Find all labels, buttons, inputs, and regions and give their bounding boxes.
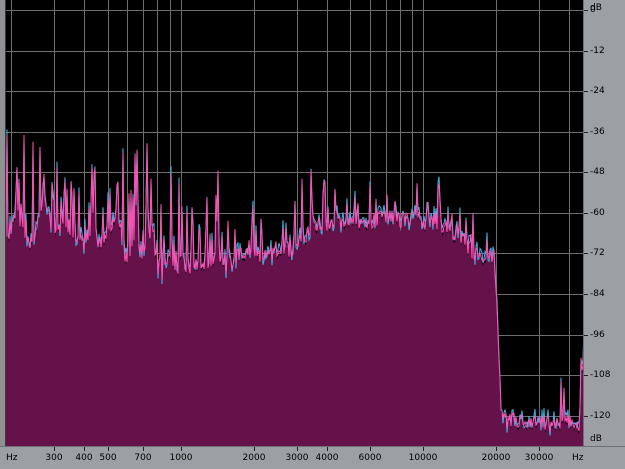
frequency-tick [496, 447, 497, 451]
frequency-tick-label: 500 [99, 453, 117, 463]
db-tick [584, 335, 588, 336]
frequency-tick [423, 447, 424, 451]
db-tick-label: -48 [590, 167, 605, 177]
frequency-tick [181, 447, 182, 451]
db-tick-label: -108 [590, 370, 611, 380]
db-tick-label: -120 [590, 411, 611, 421]
db-tick [584, 294, 588, 295]
frequency-tick [143, 447, 144, 451]
frequency-tick-label: 10000 [408, 453, 438, 463]
frequency-tick [254, 447, 255, 451]
frequency-tick [297, 447, 298, 451]
db-tick-label: -60 [590, 208, 605, 218]
spectrum-plot[interactable] [5, 0, 585, 446]
spectrum-analyzer: dB dB 0 -12 -24 -36 -48 -60 -72 -84 -96 -108 -120 … [0, 0, 625, 469]
frequency-tick-label: 30000 [524, 453, 554, 463]
hz-unit-label-right: Hz [572, 453, 584, 463]
frequency-tick-label: 2000 [242, 453, 266, 463]
frequency-tick [327, 447, 328, 451]
frequency-tick [539, 447, 540, 451]
db-tick [584, 10, 588, 11]
db-tick-label: -24 [590, 86, 605, 96]
db-tick-label: -96 [590, 330, 605, 340]
frequency-tick-label: 400 [75, 453, 93, 463]
frequency-tick [108, 447, 109, 451]
db-tick-label: -12 [590, 46, 605, 56]
frequency-tick-label: 6000 [358, 453, 382, 463]
frequency-tick-label: 300 [45, 453, 63, 463]
db-tick-label: -84 [590, 289, 605, 299]
db-tick-label: -36 [590, 127, 605, 137]
frequency-tick-label: 20000 [481, 453, 511, 463]
db-tick [584, 253, 588, 254]
db-tick [584, 416, 588, 417]
frequency-tick-label: 4000 [315, 453, 339, 463]
frequency-tick-label: 3000 [285, 453, 309, 463]
frequency-tick [54, 447, 55, 451]
frequency-tick-label: 700 [134, 453, 152, 463]
db-tick-label: 0 [590, 5, 596, 15]
frequency-tick [84, 447, 85, 451]
db-axis: dB dB 0 -12 -24 -36 -48 -60 -72 -84 -96 -108 -120 [583, 0, 625, 446]
db-tick-label: -72 [590, 248, 605, 258]
db-tick [584, 375, 588, 376]
frequency-tick [370, 447, 371, 451]
db-tick [584, 132, 588, 133]
db-unit-label-bottom: dB [590, 434, 602, 444]
frequency-tick-label: 1000 [169, 453, 193, 463]
frequency-axis: Hz Hz 300 400 500 700 1000 2000 3000 4000 6000 10… [0, 446, 625, 469]
db-tick [584, 51, 588, 52]
db-tick [584, 172, 588, 173]
db-tick [584, 91, 588, 92]
hz-unit-label-left: Hz [6, 453, 18, 463]
db-tick [584, 213, 588, 214]
spectrum-svg [6, 0, 584, 446]
